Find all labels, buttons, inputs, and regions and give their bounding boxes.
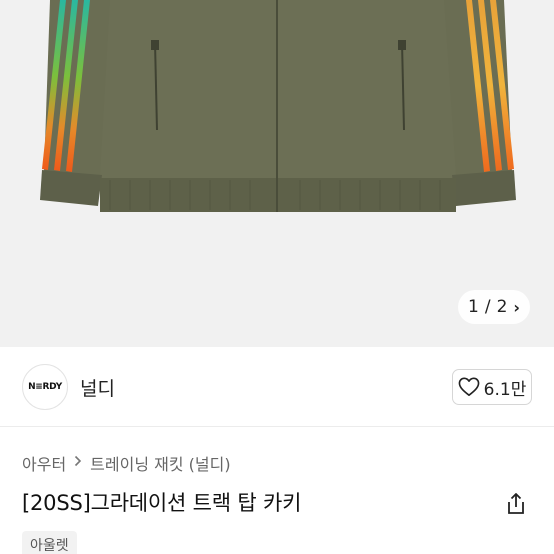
- brand-logo[interactable]: N≡RDY: [22, 364, 68, 410]
- chevron-right-icon: [74, 455, 82, 471]
- product-image-gallery[interactable]: 1 / 2 ›: [0, 0, 554, 347]
- breadcrumb-item-category[interactable]: 아우터: [22, 451, 66, 475]
- share-icon[interactable]: [503, 491, 529, 517]
- breadcrumb-item-subcategory[interactable]: 트레이닝 재킷 (널디): [90, 451, 230, 475]
- brand-row[interactable]: N≡RDY 널디 6.1만: [0, 347, 554, 427]
- like-button[interactable]: 6.1만: [452, 369, 532, 405]
- brand-name[interactable]: 널디: [80, 374, 115, 401]
- pager-current: 1: [468, 297, 479, 317]
- breadcrumb: 아우터 트레이닝 재킷 (널디): [22, 451, 231, 475]
- image-pager[interactable]: 1 / 2 ›: [458, 290, 530, 324]
- outlet-badge: 아울렛: [22, 531, 77, 554]
- like-count: 6.1만: [483, 379, 527, 400]
- heart-icon: [458, 377, 480, 396]
- chevron-right-icon[interactable]: ›: [513, 298, 520, 317]
- product-title: [20SS]그라데이션 트랙 탑 카키: [22, 491, 302, 515]
- pager-divider: /: [484, 297, 491, 317]
- pager-total: 2: [496, 297, 508, 317]
